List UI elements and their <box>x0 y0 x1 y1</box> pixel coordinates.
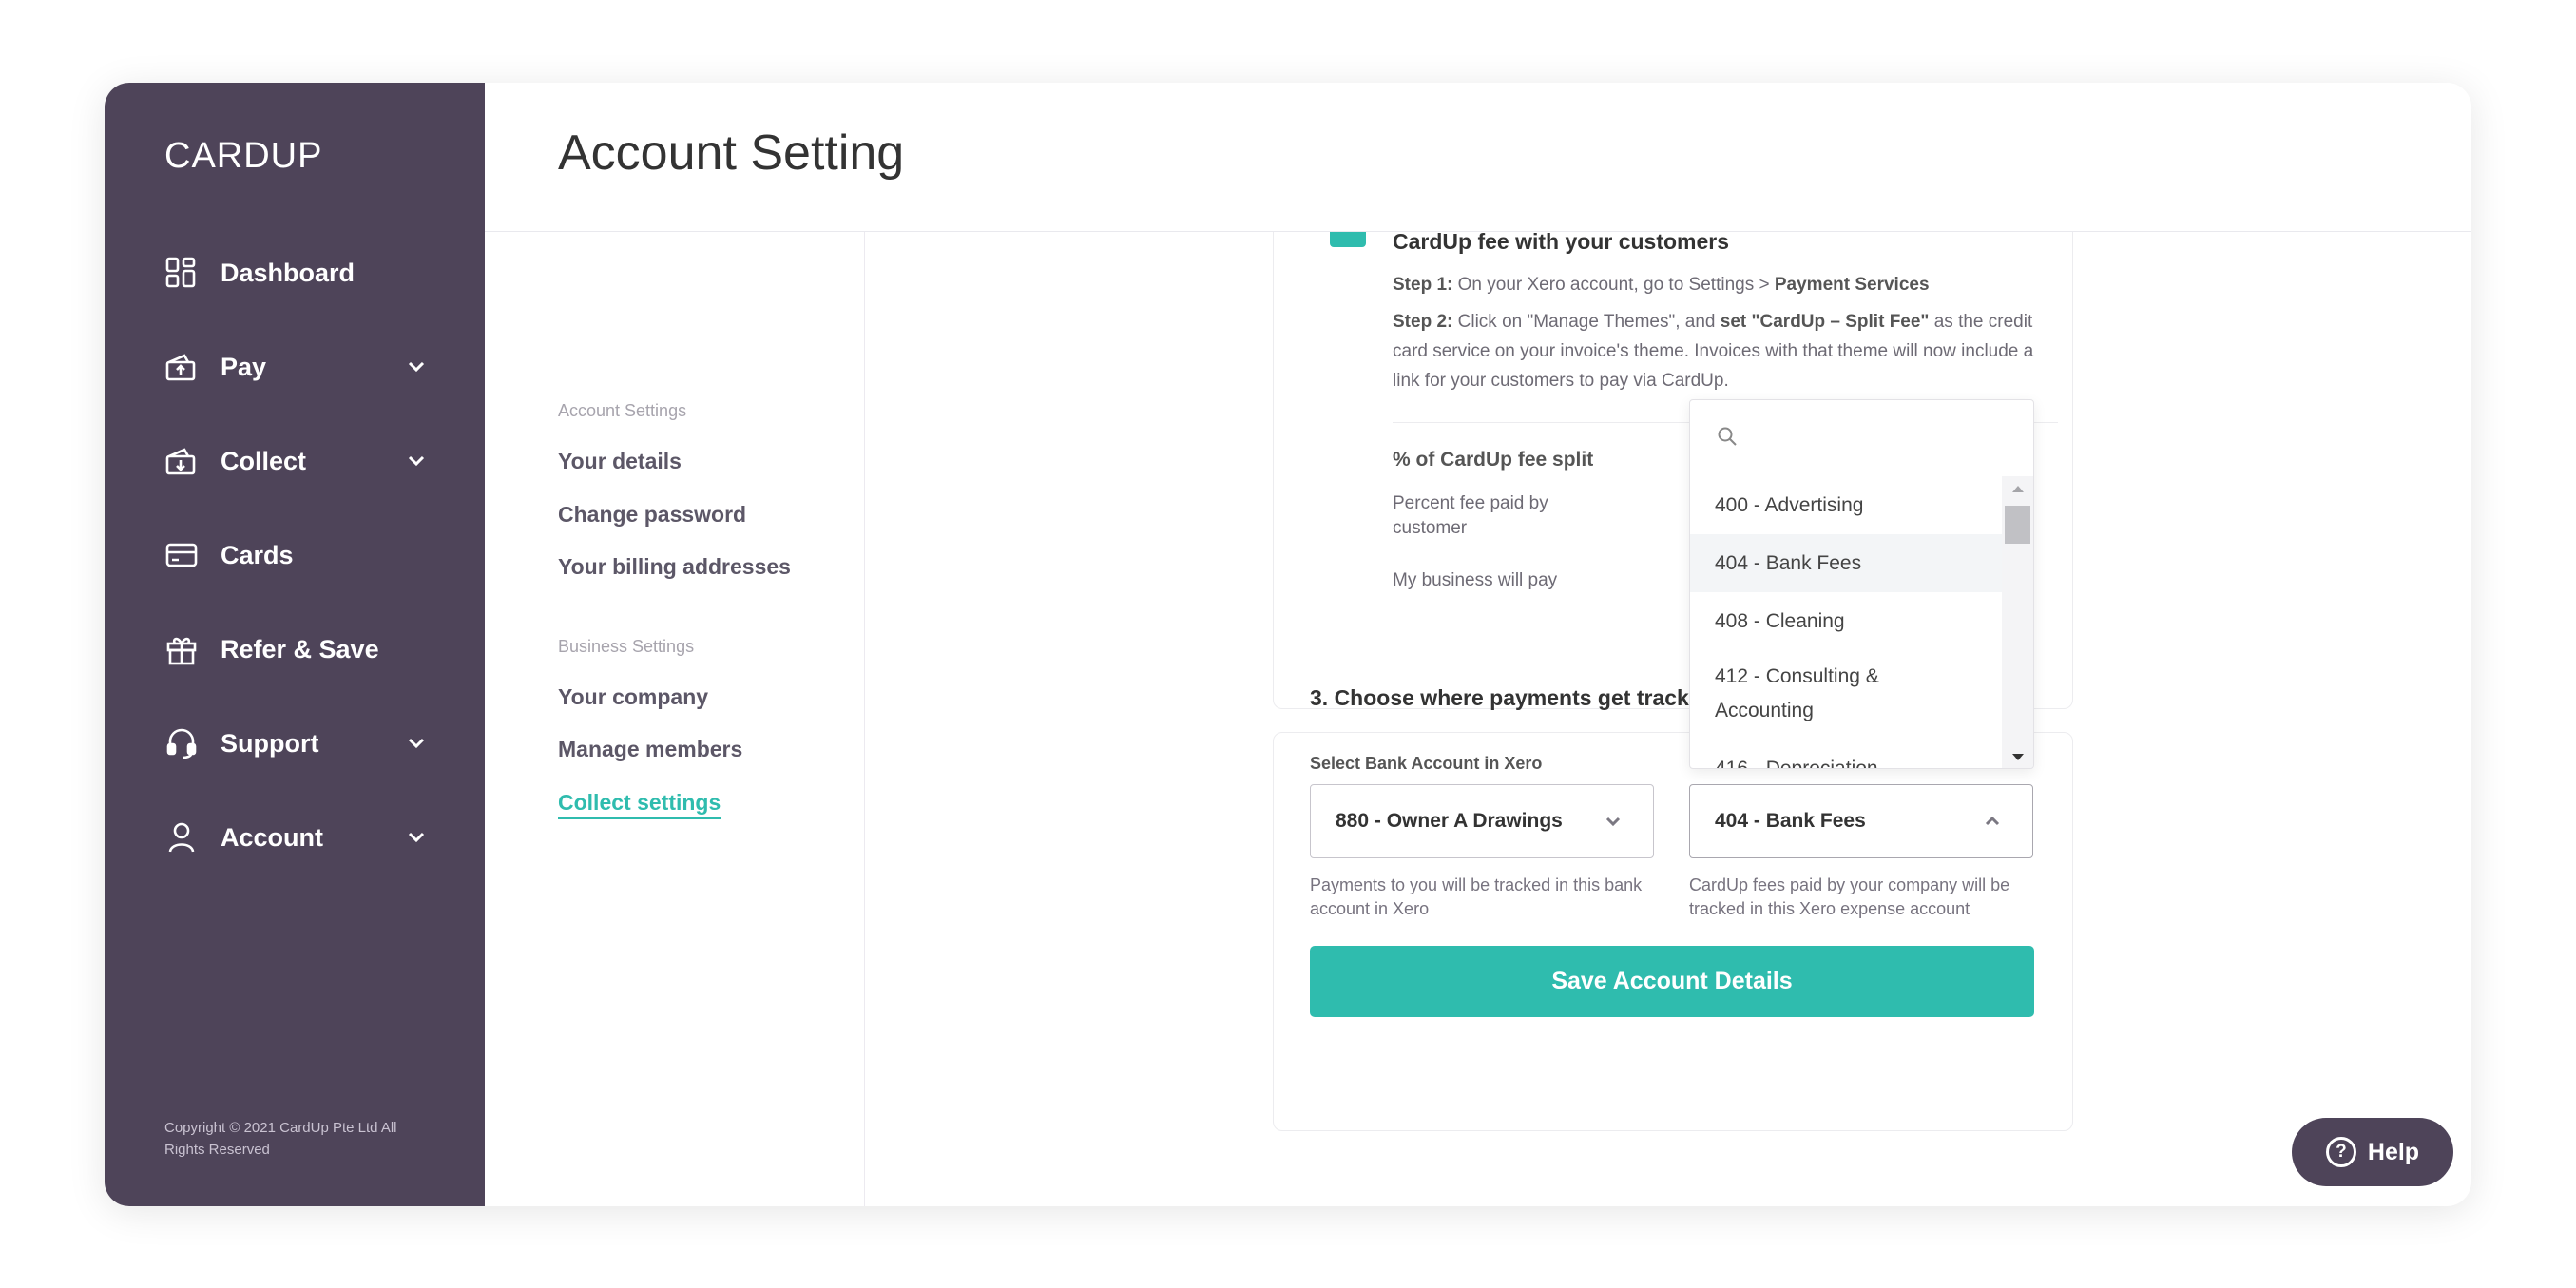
gift-icon <box>164 632 199 666</box>
step-2-text: Step 2: Click on "Manage Themes", and se… <box>1393 312 2034 391</box>
search-icon <box>1717 426 1738 452</box>
help-button[interactable]: ? Help <box>2292 1118 2453 1186</box>
dropdown-scrollbar[interactable] <box>2002 476 2033 768</box>
user-icon <box>164 820 199 855</box>
chevron-down-icon[interactable] <box>402 447 431 475</box>
cardup-logo[interactable]: CARDUP <box>164 136 322 177</box>
sidebar-item-dashboard[interactable]: Dashboard <box>164 244 431 301</box>
sidebar-item-label: Pay <box>221 352 267 381</box>
card-icon <box>164 538 199 572</box>
fee-split-title: CardUp fee with your customers <box>1393 229 1730 254</box>
dashboard-icon <box>164 256 199 290</box>
copyright-text: Copyright © 2021 CardUp Pte Ltd All Righ… <box>164 1120 397 1158</box>
step-1-text: Step 1: On your Xero account, go to Sett… <box>1393 275 1930 295</box>
scrollbar-thumb[interactable] <box>2005 506 2030 544</box>
sidebar-item-label: Refer & Save <box>221 634 379 663</box>
bank-account-select[interactable]: 880 - Owner A Drawings <box>1310 784 1654 858</box>
sidebar: CARDUP Dashboard Pay Collect Cards Refer… <box>105 83 485 1206</box>
sidebar-item-support[interactable]: Support <box>164 715 431 772</box>
subnav-your-company[interactable]: Your company <box>558 684 708 710</box>
chevron-down-icon <box>1602 810 1624 833</box>
split-fee-checkbox[interactable] <box>1330 232 1366 247</box>
scroll-up-icon[interactable] <box>2002 476 2033 501</box>
dropdown-option[interactable]: 404 - Bank Fees <box>1690 534 2004 592</box>
dropdown-search-input[interactable] <box>1747 427 1994 450</box>
sidebar-item-collect[interactable]: Collect <box>164 433 431 490</box>
page-header: Account Setting <box>485 83 2471 232</box>
dropdown-option[interactable]: 408 - Cleaning <box>1690 592 2004 650</box>
subnav-manage-members[interactable]: Manage members <box>558 737 742 762</box>
expense-account-hint: CardUp fees paid by your company will be… <box>1689 875 2010 918</box>
sidebar-item-label: Dashboard <box>221 258 356 287</box>
tracking-section-title: 3. Choose where payments get tracke <box>1310 685 1701 710</box>
subnav-billing-addresses[interactable]: Your billing addresses <box>558 554 791 580</box>
business-settings-heading: Business Settings <box>558 637 695 656</box>
settings-subnav: Account Settings Your details Change pas… <box>485 232 865 1206</box>
dropdown-option[interactable]: 412 - Consulting & Accounting <box>1690 660 1975 728</box>
bank-account-hint: Payments to you will be tracked in this … <box>1310 875 1643 918</box>
scroll-down-icon[interactable] <box>2002 745 2033 768</box>
account-settings-heading: Account Settings <box>558 401 687 420</box>
sidebar-item-label: Account <box>221 822 323 852</box>
chevron-up-icon <box>1981 810 2004 833</box>
sidebar-item-cards[interactable]: Cards <box>164 527 431 584</box>
app-window: CARDUP Dashboard Pay Collect Cards Refer… <box>105 83 2471 1206</box>
sidebar-item-label: Support <box>221 728 319 758</box>
expense-account-select[interactable]: 404 - Bank Fees <box>1689 784 2033 858</box>
dropdown-options: 400 - Advertising 404 - Bank Fees 408 - … <box>1690 476 2004 768</box>
subnav-your-details[interactable]: Your details <box>558 449 682 474</box>
bank-account-label: Select Bank Account in Xero <box>1310 754 1543 773</box>
dropdown-option[interactable]: 416 - Depreciation <box>1690 752 2004 768</box>
sidebar-item-label: Collect <box>221 446 307 475</box>
sidebar-item-pay[interactable]: Pay <box>164 338 431 395</box>
chevron-down-icon[interactable] <box>402 729 431 758</box>
save-account-details-button[interactable]: Save Account Details <box>1310 946 2034 1017</box>
dropdown-option[interactable]: 400 - Advertising <box>1690 476 2004 534</box>
headset-icon <box>164 726 199 760</box>
subnav-change-password[interactable]: Change password <box>558 502 746 528</box>
expense-account-value: 404 - Bank Fees <box>1715 810 1866 832</box>
fee-split-heading: % of CardUp fee split <box>1393 449 1594 471</box>
page-title: Account Setting <box>558 125 905 181</box>
sidebar-item-label: Cards <box>221 540 294 569</box>
bank-account-value: 880 - Owner A Drawings <box>1336 810 1563 832</box>
collect-icon <box>164 444 199 478</box>
help-label: Help <box>2367 1138 2420 1165</box>
dropdown-search <box>1690 400 2033 476</box>
sidebar-item-account[interactable]: Account <box>164 809 431 866</box>
pay-icon <box>164 350 199 384</box>
chevron-down-icon[interactable] <box>402 823 431 852</box>
subnav-collect-settings[interactable]: Collect settings <box>558 790 721 819</box>
expense-account-dropdown: 400 - Advertising 404 - Bank Fees 408 - … <box>1689 399 2034 769</box>
business-pay-label: My business will pay <box>1393 570 1558 590</box>
chevron-down-icon[interactable] <box>402 353 431 381</box>
percent-fee-label: Percent fee paid by customer <box>1393 493 1548 538</box>
sidebar-item-refer-save[interactable]: Refer & Save <box>164 621 431 678</box>
question-icon: ? <box>2325 1137 2356 1167</box>
